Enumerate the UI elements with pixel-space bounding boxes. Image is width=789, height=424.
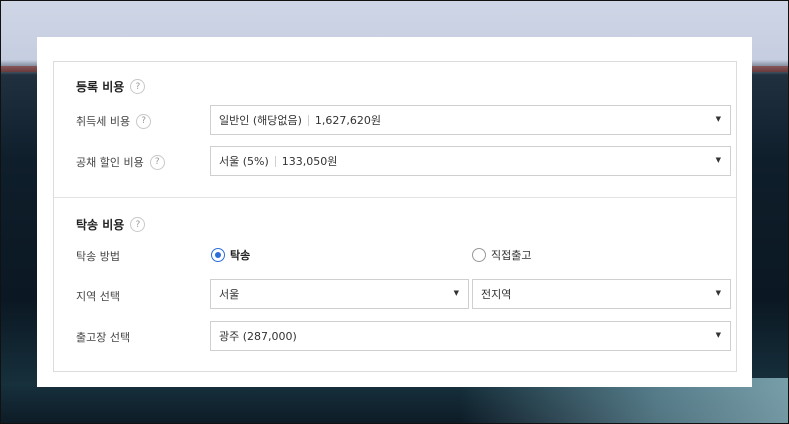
- registration-title: 등록 비용 ?: [76, 78, 146, 95]
- region-primary-select[interactable]: 서울 ▼: [210, 279, 469, 309]
- option-separator: [307, 114, 309, 126]
- bond-discount-label: 공채 할인 비용: [76, 156, 144, 169]
- cost-panel: 등록 비용 ? 취득세 비용 ? 일반인 (해당없음) 1,627,620원 ▼…: [37, 37, 752, 387]
- bond-discount-help-icon[interactable]: ?: [149, 154, 165, 170]
- region-label: 지역 선택: [76, 290, 120, 303]
- radio-unchecked-icon: [472, 248, 486, 262]
- depot-label: 출고장 선택: [76, 331, 131, 344]
- acquisition-tax-label: 취득세 비용: [76, 115, 131, 128]
- region-secondary-select[interactable]: 전지역 ▼: [472, 279, 731, 309]
- depot-select[interactable]: 광주 (287,000) ▼: [210, 321, 731, 351]
- radio-checked-icon: [211, 248, 225, 262]
- cost-box: 등록 비용 ? 취득세 비용 ? 일반인 (해당없음) 1,627,620원 ▼…: [53, 61, 737, 372]
- bond-discount-amount: 133,050원: [281, 155, 338, 168]
- region-secondary-value: 전지역: [481, 288, 512, 301]
- radio-delivery-direct-label: 직접출고: [491, 249, 532, 262]
- acquisition-tax-label-row: 취득세 비용 ?: [76, 113, 152, 129]
- bond-discount-label-row: 공채 할인 비용 ?: [76, 154, 165, 170]
- delivery-method-label: 탁송 방법: [76, 250, 120, 263]
- acquisition-tax-option: 일반인 (해당없음): [219, 114, 302, 127]
- radio-delivery-direct[interactable]: 직접출고: [472, 247, 531, 263]
- bond-discount-option: 서울 (5%): [219, 155, 269, 168]
- acquisition-tax-select[interactable]: 일반인 (해당없음) 1,627,620원 ▼: [210, 105, 731, 135]
- caret-down-icon: ▼: [715, 331, 721, 339]
- radio-delivery-consign-label: 탁송: [230, 249, 251, 262]
- caret-down-icon: ▼: [715, 115, 721, 123]
- region-primary-value: 서울: [219, 288, 240, 301]
- delivery-title: 탁송 비용 ?: [76, 216, 146, 233]
- caret-down-icon: ▼: [715, 156, 721, 164]
- delivery-title-text: 탁송 비용: [76, 218, 125, 232]
- section-divider: [54, 197, 736, 198]
- delivery-help-icon[interactable]: ?: [130, 217, 146, 232]
- acquisition-tax-amount: 1,627,620원: [314, 114, 382, 127]
- acquisition-tax-help-icon[interactable]: ?: [136, 113, 152, 129]
- registration-title-text: 등록 비용: [76, 80, 125, 94]
- bond-discount-select[interactable]: 서울 (5%) 133,050원 ▼: [210, 146, 731, 176]
- registration-help-icon[interactable]: ?: [130, 79, 146, 94]
- caret-down-icon: ▼: [453, 289, 459, 297]
- radio-delivery-consign[interactable]: 탁송: [211, 247, 250, 263]
- caret-down-icon: ▼: [715, 289, 721, 297]
- option-separator: [274, 155, 276, 167]
- depot-value: 광주 (287,000): [219, 330, 297, 343]
